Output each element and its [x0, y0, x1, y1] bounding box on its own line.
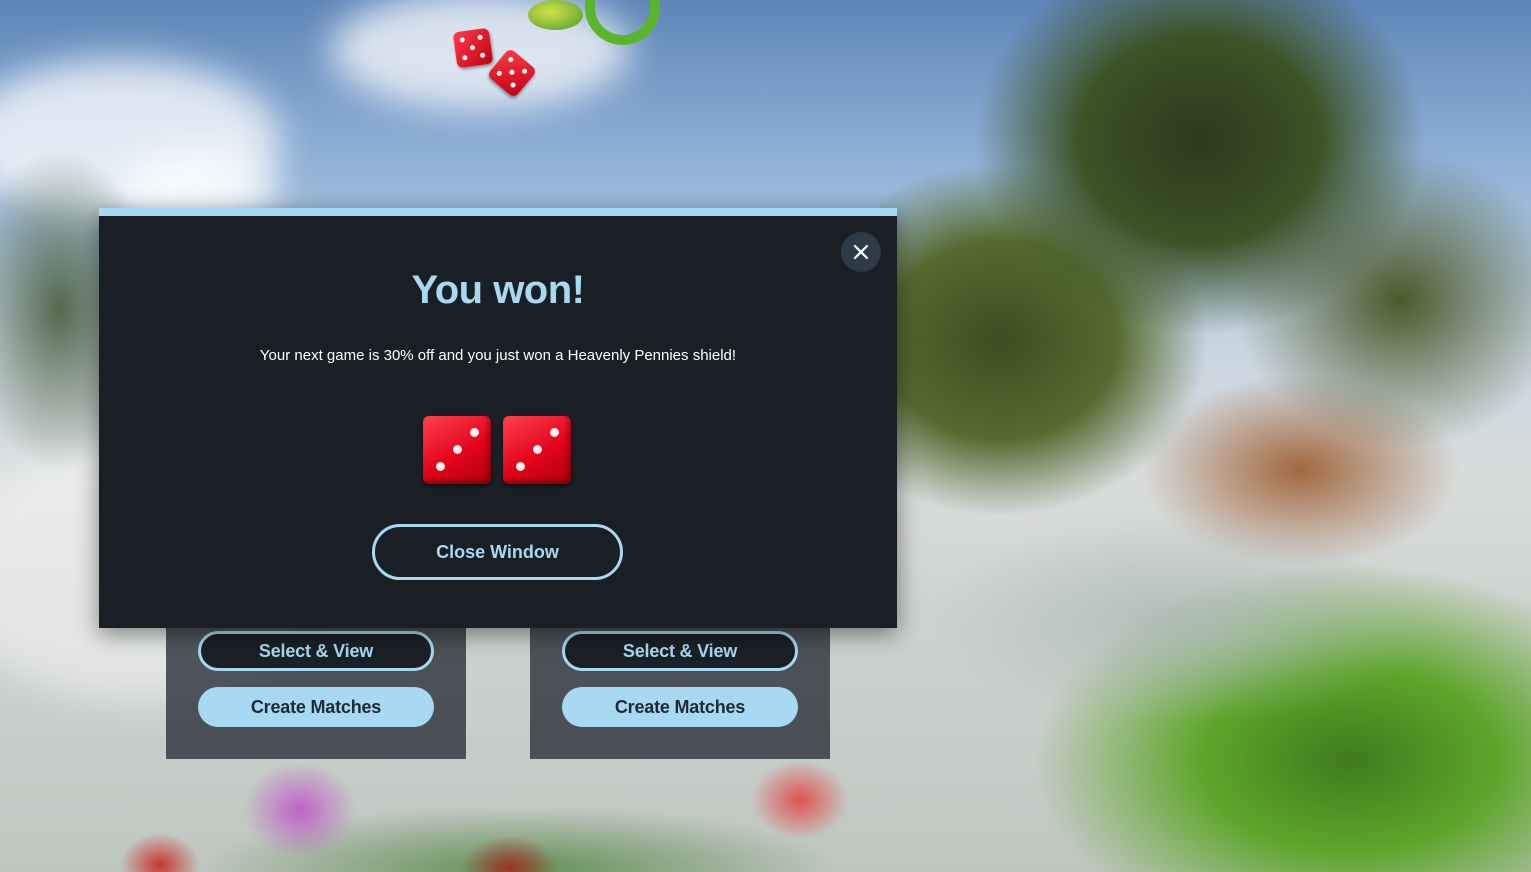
die-pip: [516, 462, 525, 471]
modal-title: You won!: [411, 268, 586, 312]
select-view-button[interactable]: Select & View: [198, 631, 434, 671]
river: [880, 500, 1531, 750]
die-pip: [470, 428, 479, 437]
die-2: [503, 416, 571, 484]
create-matches-button[interactable]: Create Matches: [562, 687, 798, 727]
die-pip: [550, 428, 559, 437]
dice-result: [423, 416, 571, 484]
flowers-foreground: [100, 740, 900, 872]
decorative-die: [452, 27, 494, 69]
close-window-button[interactable]: Close Window: [372, 524, 623, 580]
modal-close-button[interactable]: [841, 232, 881, 272]
select-view-button[interactable]: Select & View: [562, 631, 798, 671]
die-pip: [453, 445, 462, 454]
frog-decoration: [528, 0, 583, 30]
modal-message: Your next game is 30% off and you just w…: [259, 347, 737, 364]
die-1: [423, 416, 491, 484]
create-matches-button[interactable]: Create Matches: [198, 687, 434, 727]
win-modal: You won! Your next game is 30% off and y…: [99, 208, 897, 628]
die-pip: [533, 445, 542, 454]
die-pip: [436, 462, 445, 471]
close-icon: [853, 244, 869, 260]
